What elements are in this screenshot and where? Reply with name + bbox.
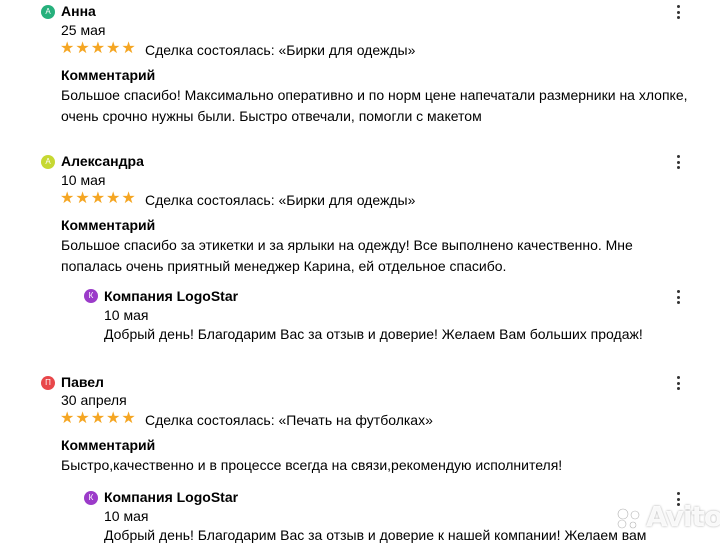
reviewer-name[interactable]: Александра bbox=[61, 153, 144, 169]
more-options-icon[interactable] bbox=[672, 154, 684, 170]
star-icon: ★ bbox=[90, 40, 106, 57]
deal-status: Сделка состоялась: «Печать на футболках» bbox=[145, 412, 433, 428]
avito-watermark: Avito bbox=[646, 500, 720, 533]
star-icon: ★ bbox=[75, 40, 90, 57]
star-icon: ★ bbox=[60, 410, 75, 427]
rating-stars: ★ ★ ★ ★ ★ bbox=[60, 191, 136, 207]
comment-text: Большое спасибо! Максимально оперативно … bbox=[61, 85, 701, 127]
company-name[interactable]: Компания LogoStar bbox=[104, 288, 238, 304]
deal-status: Сделка состоялась: «Бирки для одежды» bbox=[145, 42, 416, 58]
star-icon: ★ bbox=[106, 190, 121, 207]
company-avatar[interactable]: К bbox=[84, 289, 98, 303]
review-date: 10 мая bbox=[61, 172, 106, 188]
more-options-icon[interactable] bbox=[672, 375, 684, 391]
avito-logo-icon bbox=[617, 508, 640, 529]
review-date: 25 мая bbox=[61, 22, 106, 38]
rating-stars: ★ ★ ★ ★ ★ bbox=[60, 41, 136, 57]
reply-date: 10 мая bbox=[104, 508, 149, 524]
avatar[interactable]: П bbox=[41, 376, 55, 390]
star-icon: ★ bbox=[90, 190, 106, 207]
comment-text: Большое спасибо за этикетки и за ярлыки … bbox=[61, 235, 701, 277]
comment-title: Комментарий bbox=[61, 217, 156, 233]
star-icon: ★ bbox=[75, 410, 90, 427]
star-icon: ★ bbox=[121, 410, 136, 427]
star-icon: ★ bbox=[106, 40, 121, 57]
reply-text: Добрый день! Благодарим Вас за отзыв и д… bbox=[104, 326, 643, 342]
avatar[interactable]: А bbox=[41, 5, 55, 19]
star-icon: ★ bbox=[60, 40, 75, 57]
comment-line: Быстро,качественно и в процессе всегда н… bbox=[61, 457, 563, 473]
star-icon: ★ bbox=[60, 190, 75, 207]
reply-date: 10 мая bbox=[104, 307, 149, 323]
company-avatar[interactable]: К bbox=[84, 491, 98, 505]
star-icon: ★ bbox=[121, 190, 136, 207]
comment-title: Комментарий bbox=[61, 437, 156, 453]
star-icon: ★ bbox=[75, 190, 90, 207]
star-icon: ★ bbox=[90, 410, 106, 427]
comment-line: очень срочно нужны были. Быстро отвечали… bbox=[61, 108, 482, 124]
comment-line: попалась очень приятный менеджер Карина,… bbox=[61, 258, 507, 274]
comment-title: Комментарий bbox=[61, 67, 156, 83]
rating-stars: ★ ★ ★ ★ ★ bbox=[60, 411, 136, 427]
deal-status: Сделка состоялась: «Бирки для одежды» bbox=[145, 192, 416, 208]
review-date: 30 апреля bbox=[61, 392, 127, 408]
avatar[interactable]: А bbox=[41, 155, 55, 169]
reviewer-name[interactable]: Анна bbox=[61, 3, 96, 19]
more-options-icon[interactable] bbox=[672, 4, 684, 20]
comment-text: Быстро,качественно и в процессе всегда н… bbox=[61, 455, 701, 476]
company-name[interactable]: Компания LogoStar bbox=[104, 489, 238, 505]
star-icon: ★ bbox=[106, 410, 121, 427]
comment-line: Большое спасибо! Максимально оперативно … bbox=[61, 87, 688, 103]
comment-line: Большое спасибо за этикетки и за ярлыки … bbox=[61, 237, 633, 253]
more-options-icon[interactable] bbox=[672, 289, 684, 305]
star-icon: ★ bbox=[121, 40, 136, 57]
reviewer-name[interactable]: Павел bbox=[61, 374, 104, 390]
reply-text: Добрый день! Благодарим Вас за отзыв и д… bbox=[104, 527, 647, 543]
